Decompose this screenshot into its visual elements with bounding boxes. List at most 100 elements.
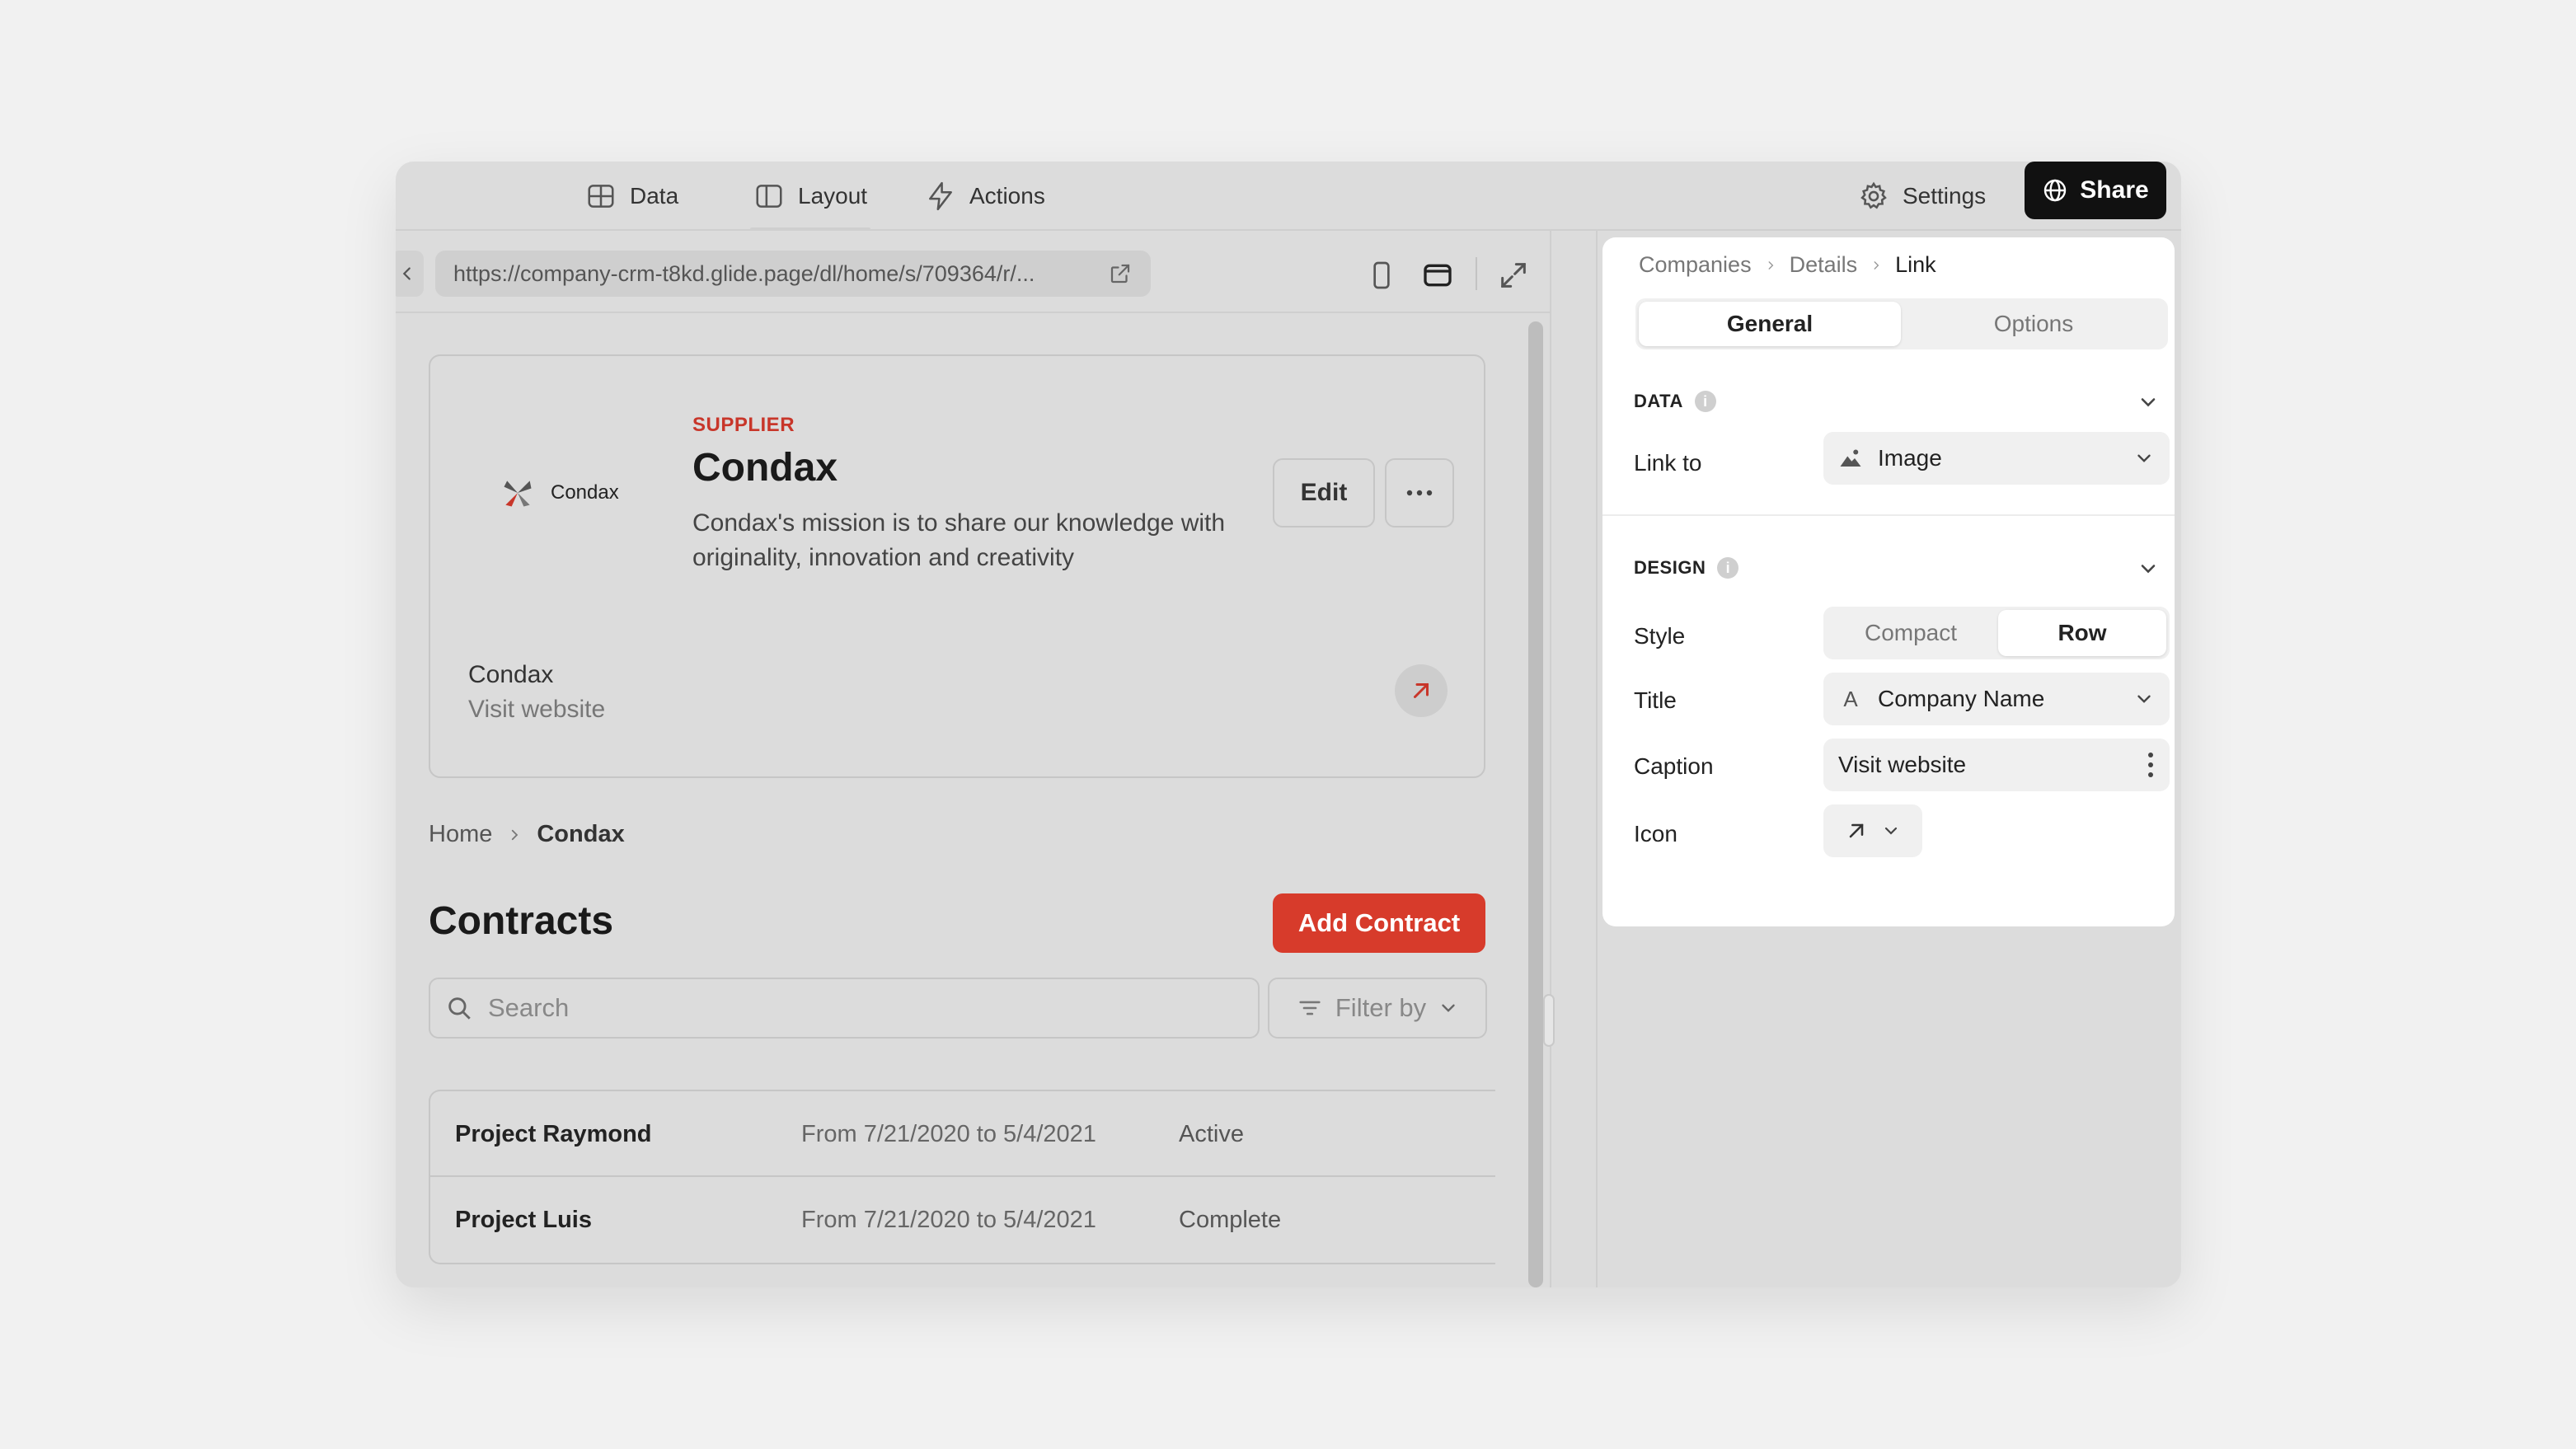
link-to-value: Image (1878, 445, 1942, 471)
contract-status: Active (1179, 1121, 1244, 1147)
edit-button[interactable]: Edit (1273, 458, 1375, 528)
search-placeholder: Search (488, 993, 570, 1022)
caption-label: Caption (1634, 753, 1714, 779)
tab-data[interactable]: Data (585, 173, 678, 219)
condax-logo-icon (504, 481, 532, 507)
link-title[interactable]: Condax (468, 661, 553, 689)
top-bar: Data Layout Actions Settings Share (396, 162, 2181, 231)
design-section-header[interactable]: DESIGN i (1634, 557, 1739, 579)
chevron-down-icon (2137, 695, 2151, 703)
tab-actions-label: Actions (969, 183, 1045, 209)
arrow-up-right-icon (1414, 683, 1429, 698)
settings-label: Settings (1903, 183, 1987, 209)
style-toggle: Compact Row (1823, 607, 2170, 659)
tab-general[interactable]: General (1639, 302, 1901, 346)
chevron-down-icon (1884, 827, 1898, 835)
info-icon[interactable]: i (1694, 391, 1716, 412)
layout-icon (756, 185, 782, 208)
more-options-button[interactable] (1385, 458, 1454, 528)
company-title: Condax (692, 446, 838, 490)
filter-icon (1299, 1001, 1321, 1015)
globe-icon (2044, 179, 2067, 202)
gear-icon (1860, 181, 1887, 209)
filter-label: Filter by (1335, 993, 1427, 1022)
tab-options[interactable]: Options (1903, 302, 2165, 346)
caption-value: Visit website (1838, 752, 1967, 777)
company-description: Condax's mission is to share our knowled… (692, 509, 1226, 571)
arrow-up-right-icon (1849, 823, 1864, 838)
preview-toolbar: https://company-crm-t8kd.glide.page/dl/h… (396, 232, 1550, 313)
contract-status: Complete (1179, 1207, 1282, 1233)
section-divider (1602, 514, 2175, 516)
chevron-down-icon (2137, 454, 2151, 462)
contract-name: Project Raymond (455, 1121, 652, 1147)
resize-handle[interactable] (1543, 994, 1555, 1047)
link-to-select[interactable]: Image (1823, 432, 2170, 485)
table-row[interactable]: Project Luis From 7/21/2020 to 5/4/2021 … (430, 1177, 1495, 1263)
properties-panel: Companies Details Link General Options D… (1602, 237, 2175, 926)
panel-breadcrumb: Companies Details Link (1639, 252, 1936, 278)
title-select[interactable]: A Company Name (1823, 673, 2170, 725)
chevron-right-icon (1874, 260, 1879, 270)
text-type-icon: A (1843, 686, 1858, 711)
image-icon (1840, 449, 1861, 467)
contract-dates: From 7/21/2020 to 5/4/2021 (801, 1121, 1096, 1147)
panel-crumb-companies[interactable]: Companies (1639, 252, 1752, 278)
info-icon[interactable]: i (1717, 557, 1739, 579)
icon-picker[interactable] (1823, 804, 1922, 857)
panel-divider (1550, 231, 1551, 1287)
url-bar[interactable]: https://company-crm-t8kd.glide.page/dl/h… (435, 251, 1151, 297)
external-link-icon[interactable] (1108, 261, 1133, 286)
panel-divider-right (1596, 231, 1598, 1287)
caption-input[interactable]: Visit website (1823, 739, 2170, 791)
app-window: Data Layout Actions Settings Share https… (396, 162, 2181, 1287)
active-tab-indicator (750, 227, 871, 231)
tab-layout[interactable]: Layout (750, 173, 871, 231)
chevron-right-icon (512, 829, 518, 840)
search-icon (448, 997, 471, 1020)
chevron-left-icon (402, 267, 411, 280)
breadcrumb-current: Condax (537, 821, 625, 847)
contract-name: Project Luis (455, 1207, 592, 1233)
preview-scrollbar[interactable] (1528, 321, 1543, 1287)
table-icon (588, 185, 614, 208)
tab-actions[interactable]: Actions (925, 173, 1045, 219)
expand-icon[interactable] (1497, 259, 1530, 292)
icon-label: Icon (1634, 821, 1677, 846)
panel-tabs: General Options (1635, 298, 2168, 349)
link-arrow-button[interactable] (1395, 664, 1448, 717)
ellipsis-icon (1406, 490, 1433, 496)
tab-layout-label: Layout (798, 183, 868, 209)
search-input[interactable]: Search (429, 978, 1260, 1039)
style-compact[interactable]: Compact (1827, 610, 1995, 656)
back-button[interactable] (396, 251, 424, 297)
table-row[interactable]: Project Raymond From 7/21/2020 to 5/4/20… (430, 1091, 1495, 1177)
add-contract-button[interactable]: Add Contract (1273, 893, 1485, 953)
chevron-down-icon[interactable] (2137, 391, 2160, 414)
chevron-down-icon[interactable] (2137, 557, 2160, 580)
data-section-header[interactable]: DATA i (1634, 391, 1716, 412)
tab-data-label: Data (630, 183, 679, 209)
title-label: Title (1634, 687, 1677, 713)
chevron-down-icon (1442, 1004, 1455, 1012)
contracts-heading: Contracts (429, 899, 614, 943)
settings-button[interactable]: Settings (1858, 173, 1986, 219)
chevron-right-icon (1768, 260, 1773, 270)
breadcrumb: Home Condax (429, 821, 625, 848)
share-label: Share (2080, 176, 2149, 204)
title-value: Company Name (1878, 686, 2045, 711)
desktop-icon[interactable] (1421, 259, 1454, 292)
link-caption[interactable]: Visit website (468, 696, 605, 724)
style-label: Style (1634, 623, 1686, 649)
style-row[interactable]: Row (1998, 610, 2166, 656)
breadcrumb-home[interactable]: Home (429, 821, 492, 848)
company-card: Condax SUPPLIER Condax Condax's mission … (429, 354, 1485, 778)
kebab-menu-icon[interactable] (2147, 751, 2155, 779)
company-category: SUPPLIER (692, 414, 795, 436)
filter-button[interactable]: Filter by (1268, 978, 1487, 1039)
share-button[interactable]: Share (2025, 162, 2166, 219)
phone-icon[interactable] (1365, 259, 1398, 292)
panel-crumb-details[interactable]: Details (1790, 252, 1858, 278)
url-text: https://company-crm-t8kd.glide.page/dl/h… (453, 260, 1035, 286)
company-logo: Condax (500, 475, 619, 511)
